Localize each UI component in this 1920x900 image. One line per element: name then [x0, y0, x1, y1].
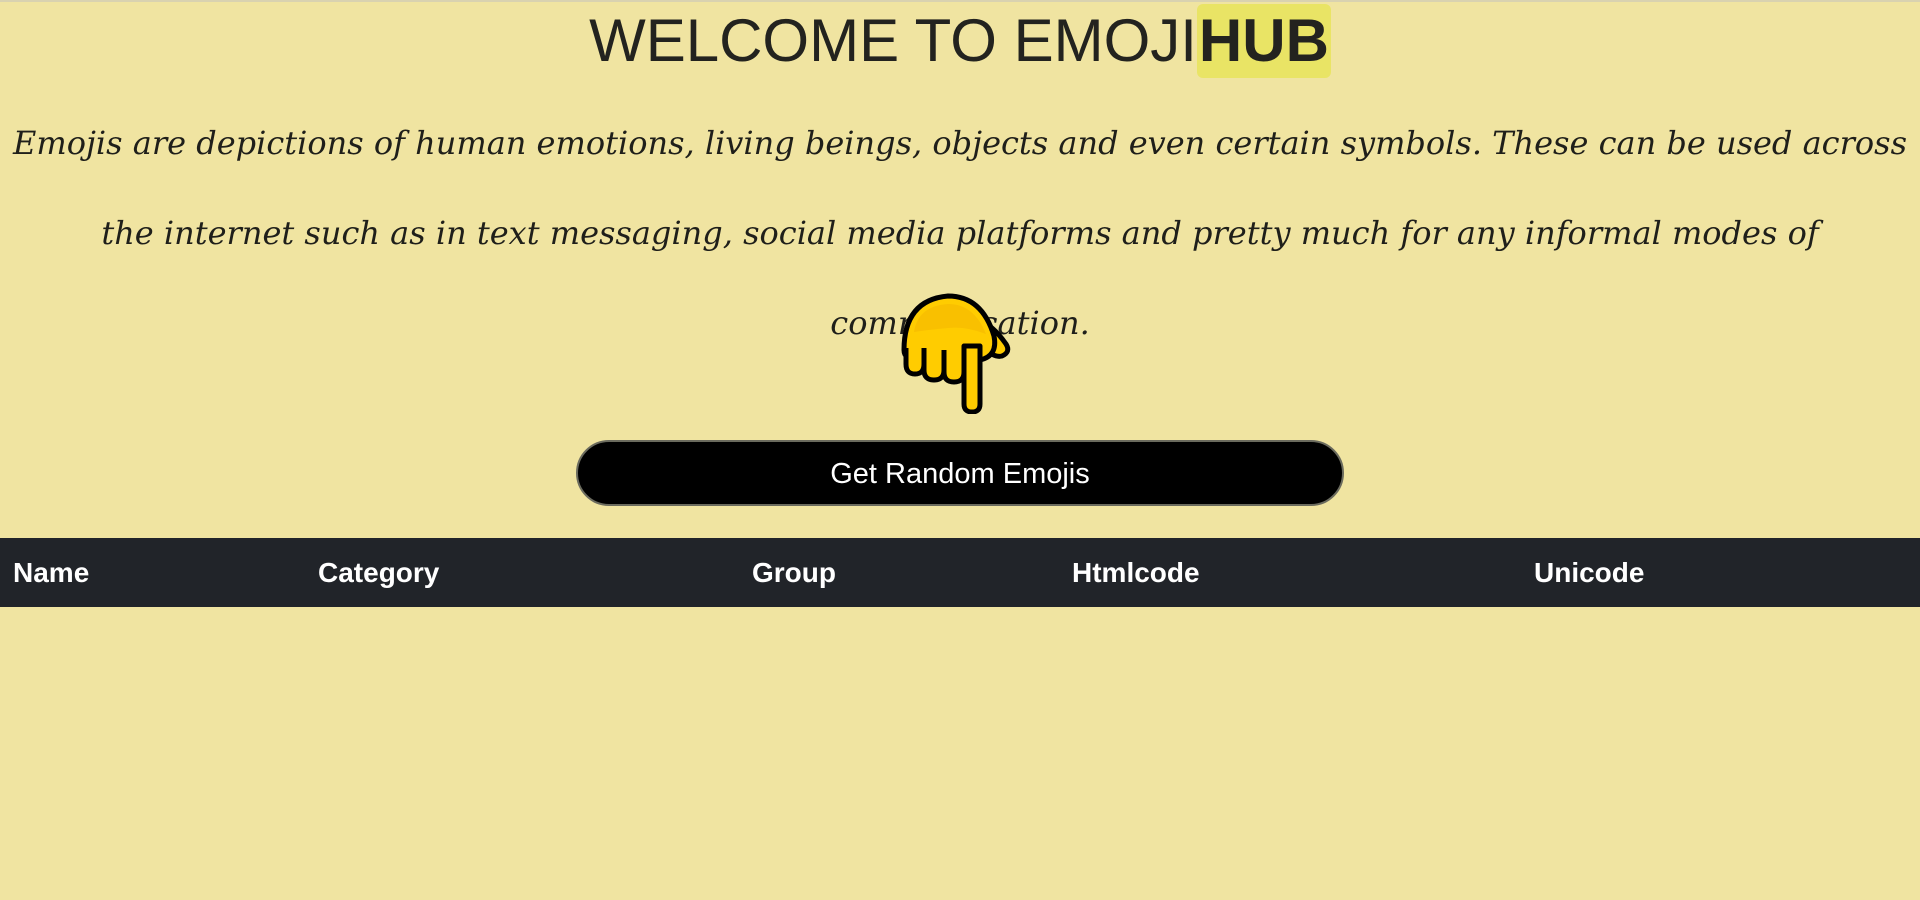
- get-random-emojis-button[interactable]: Get Random Emojis: [576, 440, 1344, 506]
- backhand-index-pointing-down-icon: [896, 286, 1022, 415]
- emoji-table-header: Name Category Group Htmlcode Unicode: [0, 538, 1920, 607]
- column-header-unicode: Unicode: [1534, 557, 1645, 588]
- column-header-name: Name: [13, 557, 90, 588]
- title-highlight: HUB: [1196, 4, 1331, 78]
- top-divider: [0, 0, 1920, 2]
- column-header-group: Group: [752, 557, 836, 588]
- column-header-htmlcode: Htmlcode: [1072, 557, 1200, 588]
- title-prefix: WELCOME TO EMOJI: [589, 7, 1197, 74]
- page-title: WELCOME TO EMOJIHUB: [0, 4, 1920, 78]
- column-header-category: Category: [318, 557, 440, 588]
